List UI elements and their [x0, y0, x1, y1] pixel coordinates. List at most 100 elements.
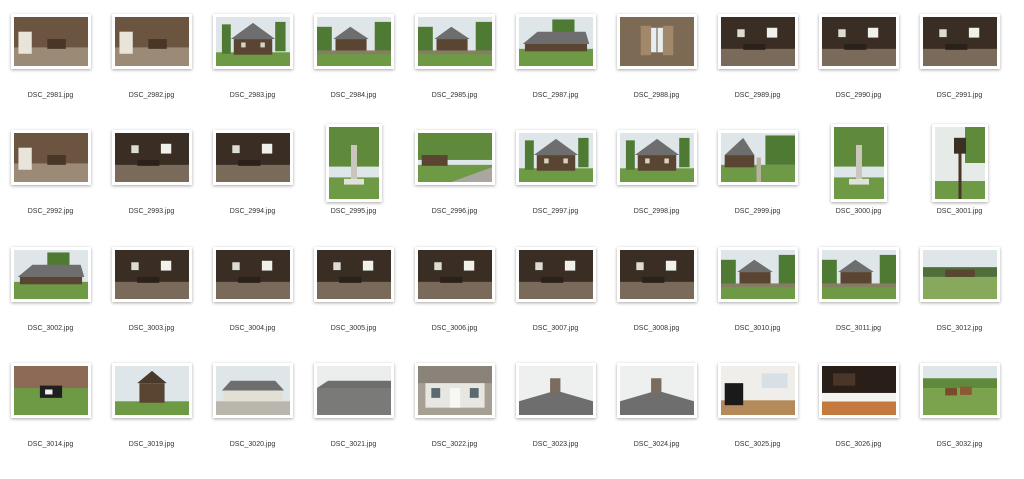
thumbnail-image[interactable] — [414, 247, 495, 302]
thumbnail-image[interactable] — [10, 247, 91, 302]
file-item[interactable]: DSC_2999.jpg — [707, 130, 808, 246]
thumbnail-image[interactable] — [313, 247, 394, 302]
file-item[interactable]: DSC_2998.jpg — [606, 130, 707, 246]
thumbnail-image[interactable] — [717, 130, 798, 185]
file-name-label: DSC_3024.jpg — [633, 441, 680, 448]
file-item[interactable]: DSC_3008.jpg — [606, 247, 707, 363]
thumbnail-image[interactable] — [212, 363, 293, 418]
file-item[interactable]: DSC_2983.jpg — [202, 14, 303, 130]
file-item[interactable]: DSC_3020.jpg — [202, 363, 303, 479]
photo-preview — [114, 17, 189, 66]
file-item[interactable]: DSC_2994.jpg — [202, 130, 303, 246]
photo-preview — [13, 17, 88, 66]
thumbnail-image[interactable] — [414, 14, 495, 69]
thumbnail-image[interactable] — [325, 124, 382, 202]
file-item[interactable]: DSC_3032.jpg — [909, 363, 1010, 479]
thumbnail-image[interactable] — [414, 363, 495, 418]
file-item[interactable]: DSC_3005.jpg — [303, 247, 404, 363]
thumbnail-image[interactable] — [818, 247, 899, 302]
file-item[interactable]: DSC_3010.jpg — [707, 247, 808, 363]
thumbnail-image[interactable] — [10, 363, 91, 418]
file-name-label: DSC_3000.jpg — [835, 208, 882, 215]
thumbnail-image[interactable] — [919, 14, 1000, 69]
photo-preview — [114, 250, 189, 299]
thumbnail-image[interactable] — [616, 363, 697, 418]
file-item[interactable]: DSC_3022.jpg — [404, 363, 505, 479]
file-item[interactable]: DSC_2991.jpg — [909, 14, 1010, 130]
thumbnail-image[interactable] — [10, 130, 91, 185]
file-item[interactable]: DSC_2988.jpg — [606, 14, 707, 130]
photo-preview — [417, 366, 492, 415]
file-item[interactable]: DSC_3023.jpg — [505, 363, 606, 479]
thumbnail-image[interactable] — [212, 14, 293, 69]
file-name-label: DSC_2982.jpg — [128, 92, 175, 99]
thumbnail-image[interactable] — [111, 14, 192, 69]
thumbnail-image[interactable] — [515, 14, 596, 69]
file-name-label: DSC_2999.jpg — [734, 208, 781, 215]
file-item[interactable]: DSC_3006.jpg — [404, 247, 505, 363]
file-item[interactable]: DSC_2989.jpg — [707, 14, 808, 130]
thumbnail-image[interactable] — [616, 14, 697, 69]
file-name-label: DSC_3007.jpg — [532, 325, 579, 332]
file-item[interactable]: DSC_2995.jpg — [303, 124, 404, 246]
thumbnail-image[interactable] — [515, 363, 596, 418]
file-item[interactable]: DSC_3002.jpg — [0, 247, 101, 363]
file-item[interactable]: DSC_2997.jpg — [505, 130, 606, 246]
thumbnail-image[interactable] — [313, 363, 394, 418]
file-item[interactable]: DSC_2985.jpg — [404, 14, 505, 130]
file-item[interactable]: DSC_3021.jpg — [303, 363, 404, 479]
thumbnail-image[interactable] — [212, 130, 293, 185]
thumbnail-image[interactable] — [830, 124, 887, 202]
thumbnail-image[interactable] — [515, 130, 596, 185]
file-item[interactable]: DSC_3025.jpg — [707, 363, 808, 479]
file-item[interactable]: DSC_2987.jpg — [505, 14, 606, 130]
photo-preview — [417, 17, 492, 66]
file-name-label: DSC_3026.jpg — [835, 441, 882, 448]
photo-preview — [215, 133, 290, 182]
file-item[interactable]: DSC_2993.jpg — [101, 130, 202, 246]
file-item[interactable]: DSC_3026.jpg — [808, 363, 909, 479]
photo-preview — [720, 133, 795, 182]
thumbnail-image[interactable] — [616, 247, 697, 302]
file-item[interactable]: DSC_3011.jpg — [808, 247, 909, 363]
thumbnail-image[interactable] — [616, 130, 697, 185]
thumbnail-image[interactable] — [111, 363, 192, 418]
thumbnail-image[interactable] — [10, 14, 91, 69]
file-name-label: DSC_3001.jpg — [936, 208, 983, 215]
thumbnail-image[interactable] — [111, 247, 192, 302]
thumbnail-image[interactable] — [212, 247, 293, 302]
file-name-label: DSC_2993.jpg — [128, 208, 175, 215]
file-name-label: DSC_2988.jpg — [633, 92, 680, 99]
thumbnail-image[interactable] — [931, 124, 988, 202]
thumbnail-image[interactable] — [717, 14, 798, 69]
file-item[interactable]: DSC_2992.jpg — [0, 130, 101, 246]
file-item[interactable]: DSC_3007.jpg — [505, 247, 606, 363]
file-item[interactable]: DSC_2981.jpg — [0, 14, 101, 130]
file-item[interactable]: DSC_3004.jpg — [202, 247, 303, 363]
thumbnail-image[interactable] — [717, 363, 798, 418]
file-item[interactable]: DSC_3014.jpg — [0, 363, 101, 479]
thumbnail-image[interactable] — [515, 247, 596, 302]
thumbnail-image[interactable] — [414, 130, 495, 185]
file-item[interactable]: DSC_3001.jpg — [909, 124, 1010, 246]
file-item[interactable]: DSC_3012.jpg — [909, 247, 1010, 363]
thumbnail-image[interactable] — [717, 247, 798, 302]
file-item[interactable]: DSC_3024.jpg — [606, 363, 707, 479]
photo-preview — [619, 17, 694, 66]
thumbnail-image[interactable] — [818, 14, 899, 69]
photo-preview — [833, 127, 884, 199]
file-item[interactable]: DSC_3019.jpg — [101, 363, 202, 479]
file-item[interactable]: DSC_2996.jpg — [404, 130, 505, 246]
thumbnail-image[interactable] — [313, 14, 394, 69]
file-item[interactable]: DSC_2990.jpg — [808, 14, 909, 130]
file-name-label: DSC_3012.jpg — [936, 325, 983, 332]
photo-preview — [316, 366, 391, 415]
file-item[interactable]: DSC_3003.jpg — [101, 247, 202, 363]
thumbnail-image[interactable] — [111, 130, 192, 185]
thumbnail-image[interactable] — [818, 363, 899, 418]
file-item[interactable]: DSC_2982.jpg — [101, 14, 202, 130]
file-item[interactable]: DSC_2984.jpg — [303, 14, 404, 130]
thumbnail-image[interactable] — [919, 247, 1000, 302]
thumbnail-image[interactable] — [919, 363, 1000, 418]
file-item[interactable]: DSC_3000.jpg — [808, 124, 909, 246]
